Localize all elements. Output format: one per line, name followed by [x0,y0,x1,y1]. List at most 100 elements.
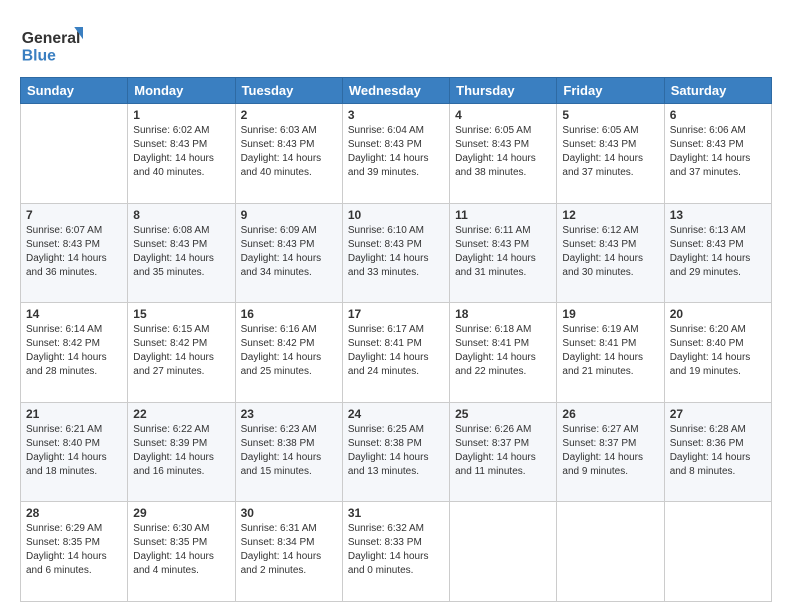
day-cell: 17 Sunrise: 6:17 AM Sunset: 8:41 PM Dayli… [342,303,449,403]
day-cell: 25 Sunrise: 6:26 AM Sunset: 8:37 PM Dayli… [450,402,557,502]
day-number: 31 [348,506,444,520]
day-info: Sunrise: 6:08 AM Sunset: 8:43 PM Dayligh… [133,224,229,280]
day-info: Sunrise: 6:05 AM Sunset: 8:43 PM Dayligh… [562,124,658,180]
day-number: 15 [133,307,229,321]
day-number: 2 [241,108,337,122]
day-number: 19 [562,307,658,321]
day-number: 16 [241,307,337,321]
day-cell: 4Sunrise: 6:05 AM Sunset: 8:43 PM Daylig… [450,104,557,204]
day-number: 10 [348,208,444,222]
day-cell: 3 Sunrise: 6:04 AM Sunset: 8:43 PM Daylig… [342,104,449,204]
day-cell: 14Sunrise: 6:14 AM Sunset: 8:42 PM Dayli… [21,303,128,403]
weekday-header-wednesday: Wednesday [342,78,449,104]
day-info: Sunrise: 6:11 AM Sunset: 8:43 PM Dayligh… [455,224,551,280]
day-info: Sunrise: 6:02 AM Sunset: 8:43 PM Dayligh… [133,124,229,180]
day-cell: 15 Sunrise: 6:15 AM Sunset: 8:42 PM Dayli… [128,303,235,403]
weekday-header-thursday: Thursday [450,78,557,104]
day-info: Sunrise: 6:07 AM Sunset: 8:43 PM Dayligh… [26,224,122,280]
svg-text:Blue: Blue [22,47,56,64]
day-cell: 10 Sunrise: 6:10 AM Sunset: 8:43 PM Dayli… [342,203,449,303]
day-number: 22 [133,407,229,421]
day-cell: 11Sunrise: 6:11 AM Sunset: 8:43 PM Dayli… [450,203,557,303]
day-info: Sunrise: 6:04 AM Sunset: 8:43 PM Dayligh… [348,124,444,180]
week-row-1: 7 Sunrise: 6:07 AM Sunset: 8:43 PM Daylig… [21,203,772,303]
day-number: 8 [133,208,229,222]
day-info: Sunrise: 6:32 AM Sunset: 8:33 PM Dayligh… [348,522,444,578]
day-cell [557,502,664,602]
day-info: Sunrise: 6:10 AM Sunset: 8:43 PM Dayligh… [348,224,444,280]
week-row-3: 21 Sunrise: 6:21 AM Sunset: 8:40 PM Dayli… [21,402,772,502]
day-cell: 27 Sunrise: 6:28 AM Sunset: 8:36 PM Dayli… [664,402,771,502]
day-cell: 7 Sunrise: 6:07 AM Sunset: 8:43 PM Daylig… [21,203,128,303]
day-info: Sunrise: 6:06 AM Sunset: 8:43 PM Dayligh… [670,124,766,180]
day-info: Sunrise: 6:19 AM Sunset: 8:41 PM Dayligh… [562,323,658,379]
day-number: 1 [133,108,229,122]
day-number: 29 [133,506,229,520]
day-info: Sunrise: 6:30 AM Sunset: 8:35 PM Dayligh… [133,522,229,578]
day-cell: 26 Sunrise: 6:27 AM Sunset: 8:37 PM Dayli… [557,402,664,502]
day-info: Sunrise: 6:12 AM Sunset: 8:43 PM Dayligh… [562,224,658,280]
day-cell [450,502,557,602]
day-number: 20 [670,307,766,321]
day-info: Sunrise: 6:15 AM Sunset: 8:42 PM Dayligh… [133,323,229,379]
day-cell: 28 Sunrise: 6:29 AM Sunset: 8:35 PM Dayli… [21,502,128,602]
day-number: 25 [455,407,551,421]
day-cell: 8 Sunrise: 6:08 AM Sunset: 8:43 PM Daylig… [128,203,235,303]
day-info: Sunrise: 6:25 AM Sunset: 8:38 PM Dayligh… [348,423,444,479]
weekday-header-sunday: Sunday [21,78,128,104]
day-info: Sunrise: 6:20 AM Sunset: 8:40 PM Dayligh… [670,323,766,379]
day-info: Sunrise: 6:29 AM Sunset: 8:35 PM Dayligh… [26,522,122,578]
day-info: Sunrise: 6:03 AM Sunset: 8:43 PM Dayligh… [241,124,337,180]
day-number: 5 [562,108,658,122]
day-cell: 1 Sunrise: 6:02 AM Sunset: 8:43 PM Daylig… [128,104,235,204]
day-cell: 5 Sunrise: 6:05 AM Sunset: 8:43 PM Daylig… [557,104,664,204]
day-cell: 6 Sunrise: 6:06 AM Sunset: 8:43 PM Daylig… [664,104,771,204]
weekday-header-friday: Friday [557,78,664,104]
day-number: 27 [670,407,766,421]
day-cell: 12Sunrise: 6:12 AM Sunset: 8:43 PM Dayli… [557,203,664,303]
day-info: Sunrise: 6:27 AM Sunset: 8:37 PM Dayligh… [562,423,658,479]
day-number: 13 [670,208,766,222]
svg-text:General: General [22,30,81,47]
day-info: Sunrise: 6:28 AM Sunset: 8:36 PM Dayligh… [670,423,766,479]
day-cell: 19 Sunrise: 6:19 AM Sunset: 8:41 PM Dayli… [557,303,664,403]
day-number: 21 [26,407,122,421]
weekday-header-tuesday: Tuesday [235,78,342,104]
day-info: Sunrise: 6:09 AM Sunset: 8:43 PM Dayligh… [241,224,337,280]
week-row-0: 1 Sunrise: 6:02 AM Sunset: 8:43 PM Daylig… [21,104,772,204]
day-info: Sunrise: 6:13 AM Sunset: 8:43 PM Dayligh… [670,224,766,280]
day-info: Sunrise: 6:31 AM Sunset: 8:34 PM Dayligh… [241,522,337,578]
day-number: 23 [241,407,337,421]
day-number: 7 [26,208,122,222]
day-info: Sunrise: 6:18 AM Sunset: 8:41 PM Dayligh… [455,323,551,379]
day-cell [21,104,128,204]
day-number: 6 [670,108,766,122]
day-cell: 30Sunrise: 6:31 AM Sunset: 8:34 PM Dayli… [235,502,342,602]
page: General Blue SundayMondayTuesdayWednesda… [0,0,792,612]
day-number: 24 [348,407,444,421]
day-info: Sunrise: 6:22 AM Sunset: 8:39 PM Dayligh… [133,423,229,479]
day-number: 26 [562,407,658,421]
day-cell: 2 Sunrise: 6:03 AM Sunset: 8:43 PM Daylig… [235,104,342,204]
day-cell: 31 Sunrise: 6:32 AM Sunset: 8:33 PM Dayli… [342,502,449,602]
day-number: 17 [348,307,444,321]
day-cell: 20 Sunrise: 6:20 AM Sunset: 8:40 PM Dayli… [664,303,771,403]
day-info: Sunrise: 6:21 AM Sunset: 8:40 PM Dayligh… [26,423,122,479]
day-number: 9 [241,208,337,222]
day-cell: 21 Sunrise: 6:21 AM Sunset: 8:40 PM Dayli… [21,402,128,502]
week-row-2: 14Sunrise: 6:14 AM Sunset: 8:42 PM Dayli… [21,303,772,403]
day-cell: 13 Sunrise: 6:13 AM Sunset: 8:43 PM Dayli… [664,203,771,303]
day-info: Sunrise: 6:17 AM Sunset: 8:41 PM Dayligh… [348,323,444,379]
weekday-header-monday: Monday [128,78,235,104]
day-info: Sunrise: 6:16 AM Sunset: 8:42 PM Dayligh… [241,323,337,379]
day-number: 14 [26,307,122,321]
weekday-header-row: SundayMondayTuesdayWednesdayThursdayFrid… [21,78,772,104]
day-info: Sunrise: 6:05 AM Sunset: 8:43 PM Dayligh… [455,124,551,180]
day-number: 28 [26,506,122,520]
day-number: 3 [348,108,444,122]
day-cell [664,502,771,602]
day-number: 18 [455,307,551,321]
day-info: Sunrise: 6:26 AM Sunset: 8:37 PM Dayligh… [455,423,551,479]
day-cell: 18 Sunrise: 6:18 AM Sunset: 8:41 PM Dayli… [450,303,557,403]
calendar-table: SundayMondayTuesdayWednesdayThursdayFrid… [20,77,772,602]
